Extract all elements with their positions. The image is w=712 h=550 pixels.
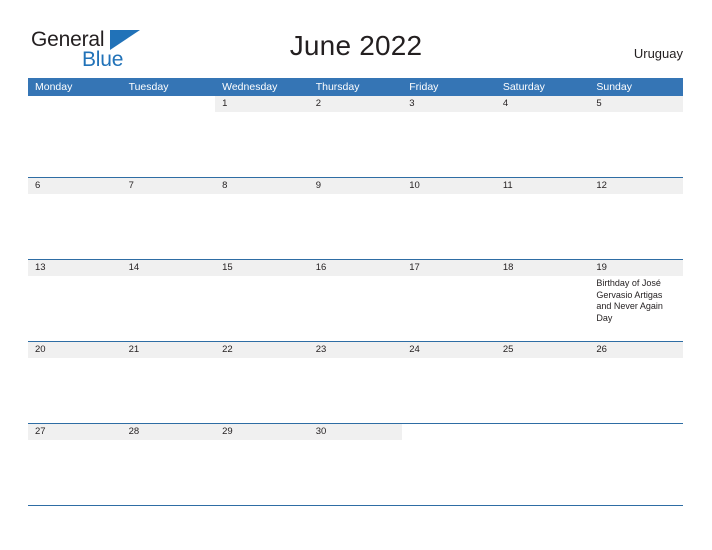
calendar-day-cell[interactable]: 3 [402,96,496,177]
day-number [28,96,122,112]
day-number: 2 [308,96,403,112]
day-of-week-friday: Friday [409,81,439,93]
calendar-day-cell[interactable]: 26 [589,342,683,423]
calendar-day-cell[interactable]: 17 [402,260,496,341]
day-number: 27 [28,424,122,440]
day-number: 22 [215,342,309,358]
calendar-day-cell-empty [495,424,590,505]
calendar-day-cell-empty [121,96,216,177]
calendar-day-cell[interactable]: 12 [589,178,683,259]
calendar-week-cells: 27 28 29 30 [28,424,683,505]
day-number: 3 [402,96,496,112]
day-number: 30 [308,424,403,440]
calendar-weeks: 1 2 3 4 5 6 7 8 9 10 11 12 13 14 15 16 17 18 19 Birthday of… [28,96,683,507]
day-number [121,96,216,112]
day-number: 17 [402,260,496,276]
day-number: 25 [495,342,590,358]
day-number: 20 [28,342,122,358]
day-number [589,424,683,440]
day-number [402,424,496,440]
day-number: 23 [308,342,403,358]
calendar-week-cells: 6 7 8 9 10 11 12 [28,178,683,259]
calendar-grid: Monday Tuesday Wednesday Thursday Friday Satu… [28,78,683,507]
calendar-day-cell[interactable]: 9 [308,178,403,259]
calendar-day-cell[interactable]: 13 [28,260,122,341]
day-number: 18 [495,260,590,276]
calendar-week-row: 13 14 15 16 17 18 19 Birthday of José Gervasio … [28,259,683,341]
day-events: Birthday of José Gervasio Artigas and Ne… [596,276,677,324]
day-number: 26 [589,342,683,358]
day-of-week-thursday: Thursday [315,81,360,93]
day-of-week-wednesday: Wednesday [222,81,278,93]
calendar-day-cell[interactable]: 7 [121,178,216,259]
calendar-day-cell[interactable]: 11 [495,178,590,259]
page-title: June 2022 [289,30,423,61]
day-number: 13 [28,260,122,276]
day-number [495,424,590,440]
calendar-day-cell[interactable]: 15 [215,260,309,341]
day-number: 11 [495,178,590,194]
country-label: Uruguay [633,46,683,61]
day-number: 10 [402,178,496,194]
calendar-day-cell[interactable]: 8 [215,178,309,259]
day-number: 29 [215,424,309,440]
calendar-day-cell[interactable]: 21 [121,342,216,423]
day-of-week-tuesday: Tuesday [128,81,169,93]
calendar-day-cell[interactable]: 30 [308,424,403,505]
day-number: 15 [215,260,309,276]
calendar-day-cell[interactable]: 24 [402,342,496,423]
calendar-page: General Blue June 2022 Uruguay Monday Tue… [0,0,712,550]
day-number: 19 [589,260,683,276]
day-of-week-sunday: Sunday [596,81,632,93]
calendar-day-cell[interactable]: 27 [28,424,122,505]
day-number: 5 [589,96,683,112]
calendar-day-cell[interactable]: 22 [215,342,309,423]
calendar-day-cell[interactable]: 16 [308,260,403,341]
day-number: 21 [121,342,216,358]
calendar-day-cell[interactable]: 4 [495,96,590,177]
calendar-day-cell[interactable]: 14 [121,260,216,341]
day-number: 28 [121,424,216,440]
day-number: 8 [215,178,309,194]
day-of-week-header: Monday Tuesday Wednesday Thursday Friday Satu… [28,78,683,96]
calendar-day-cell[interactable]: 20 [28,342,122,423]
calendar-day-cell-empty [402,424,496,505]
day-number: 6 [28,178,122,194]
calendar-week-row: 20 21 22 23 24 25 26 [28,341,683,423]
calendar-day-cell[interactable]: 23 [308,342,403,423]
day-number: 9 [308,178,403,194]
calendar-day-cell[interactable]: 28 [121,424,216,505]
day-number: 4 [495,96,590,112]
calendar-week-cells: 12345 [28,96,683,177]
calendar-day-cell[interactable]: 10 [402,178,496,259]
day-number: 14 [121,260,216,276]
calendar-day-cell[interactable]: 2 [308,96,403,177]
calendar-week-row: 27 28 29 30 [28,423,683,505]
day-of-week-monday: Monday [35,81,73,93]
calendar-week-cells: 20 21 22 23 24 25 26 [28,342,683,423]
day-number: 24 [402,342,496,358]
calendar-bottom-rule [28,505,683,507]
holiday-event: Birthday of José Gervasio Artigas and Ne… [596,278,663,323]
day-number: 1 [215,96,309,112]
day-number: 12 [589,178,683,194]
calendar-day-cell[interactable]: 19 Birthday of José Gervasio Artigas and … [589,260,683,341]
calendar-day-cell[interactable]: 29 [215,424,309,505]
calendar-day-cell[interactable]: 5 [589,96,683,177]
calendar-week-cells: 13 14 15 16 17 18 19 Birthday of José Gervasio … [28,260,683,341]
calendar-day-cell[interactable]: 18 [495,260,590,341]
day-of-week-saturday: Saturday [502,81,545,93]
calendar-day-cell-empty [28,96,122,177]
calendar-week-row: 6 7 8 9 10 11 12 [28,177,683,259]
page-header: General Blue June 2022 Uruguay [0,0,712,78]
calendar-day-cell[interactable]: 25 [495,342,590,423]
calendar-day-cell[interactable]: 6 [28,178,122,259]
calendar-day-cell[interactable]: 1 [215,96,309,177]
calendar-day-cell-empty [589,424,683,505]
day-number: 7 [121,178,216,194]
calendar-week-row: 12345 [28,96,683,177]
day-number: 16 [308,260,403,276]
